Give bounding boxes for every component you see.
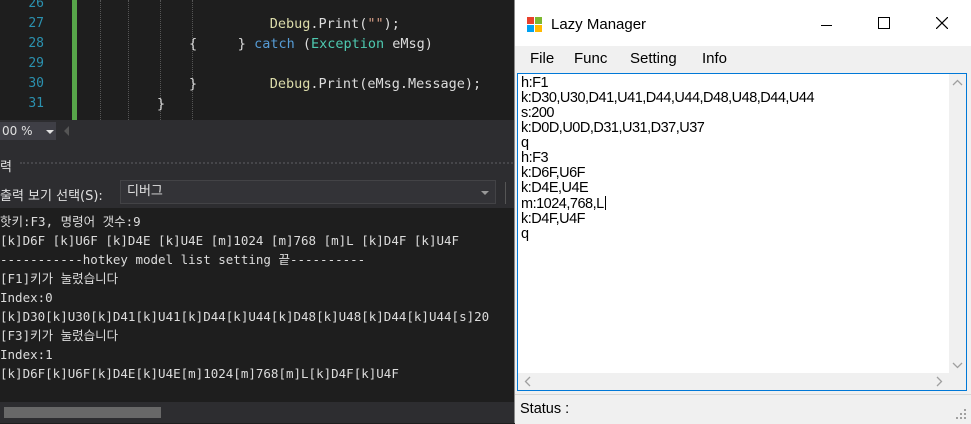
output-line: [k]D6F[k]U6F[k]D4E[k]U4E[m]1024[m]768[m]… xyxy=(0,366,399,381)
script-line: k:D4E,U4E xyxy=(521,180,589,196)
minimize-icon xyxy=(821,25,832,26)
menu-func[interactable]: Func xyxy=(574,50,607,67)
indent-guide xyxy=(128,0,129,120)
title-bar[interactable]: Lazy Manager xyxy=(515,0,971,46)
output-panel-title: 력 xyxy=(0,160,12,175)
output-line: 핫키:F3, 명령어 갯수:9 xyxy=(0,214,141,229)
script-line: h:F3 xyxy=(521,150,549,166)
zoom-dropdown[interactable]: 00 % xyxy=(0,122,56,140)
chevron-down-icon xyxy=(46,130,54,134)
code-line: { xyxy=(189,36,198,52)
panel-grip[interactable] xyxy=(20,162,520,168)
menu-setting[interactable]: Setting xyxy=(630,50,677,67)
script-line: m:1024,768,L xyxy=(521,196,606,212)
output-line: Index:0 xyxy=(0,290,53,305)
close-icon xyxy=(936,17,948,29)
scrollbar-thumb[interactable] xyxy=(4,407,161,418)
output-source-select[interactable]: 디버그 xyxy=(120,180,496,204)
lazy-manager-window: Lazy Manager File Func Setting Info h:F1… xyxy=(514,0,971,424)
output-line: [k]D30[k]U30[k]D41[k]U41[k]D44[k]U44[k]D… xyxy=(0,309,490,324)
script-line: h:F1 xyxy=(521,76,549,91)
scroll-right-icon[interactable] xyxy=(930,373,947,390)
script-line: k:D0D,U0D,D31,U31,D37,U37 xyxy=(521,120,705,136)
script-text: h:F1 k:D30,U30,D41,U41,D44,U44,D48,U48,D… xyxy=(521,76,946,370)
horizontal-scrollbar[interactable] xyxy=(518,373,949,390)
line-number: 31 xyxy=(28,96,44,111)
line-number-gutter: 26 27 28 29 30 31 xyxy=(0,0,70,120)
zoom-value: 00 % xyxy=(2,124,33,138)
chevron-down-icon xyxy=(481,191,489,195)
status-label: Status : xyxy=(520,401,570,417)
status-bar: Status : xyxy=(515,394,971,424)
indent-guide xyxy=(100,0,101,120)
close-button[interactable] xyxy=(913,0,971,46)
maximize-icon xyxy=(878,17,890,29)
text-caret xyxy=(604,196,606,210)
code-line: } xyxy=(157,96,166,112)
scroll-down-icon[interactable] xyxy=(949,357,966,374)
script-line: s:200 xyxy=(521,105,554,121)
app-icon xyxy=(527,17,542,32)
output-line: [F3]키가 눌렸습니다 xyxy=(0,328,119,343)
script-line: k:D30,U30,D41,U41,D44,U44,D48,U48,D44,U4… xyxy=(521,90,815,106)
script-line: k:D6F,U6F xyxy=(521,165,586,181)
change-indicator-bar xyxy=(72,0,77,120)
output-line: [k]D6F [k]U6F [k]D4E [k]U4E [m]1024 [m]7… xyxy=(0,233,460,248)
line-number: 29 xyxy=(28,56,44,71)
menu-info[interactable]: Info xyxy=(702,50,727,67)
output-source-value: 디버그 xyxy=(127,184,163,199)
toolbar-separator xyxy=(505,182,506,204)
output-source-label: 출력 보기 선택(S): xyxy=(0,189,103,204)
code-line: } xyxy=(189,76,198,92)
scroll-left-icon[interactable] xyxy=(520,373,537,390)
script-textarea[interactable]: h:F1 k:D30,U30,D41,U41,D44,U44,D48,U48,D… xyxy=(517,73,967,391)
output-line: Index:1 xyxy=(0,347,53,362)
size-grip-icon[interactable] xyxy=(955,408,967,420)
scroll-up-icon[interactable] xyxy=(949,74,966,91)
code-line: Debug.Print(eMsg.Message); xyxy=(269,76,482,92)
script-line: k:D4F,U4F xyxy=(521,211,586,227)
line-number: 28 xyxy=(28,36,44,51)
window-title: Lazy Manager xyxy=(551,16,647,33)
scrollbar-corner xyxy=(949,373,966,390)
output-line: [F1]키가 눌렸습니다 xyxy=(0,271,119,286)
minimize-button[interactable] xyxy=(797,0,855,46)
menu-bar: File Func Setting Info xyxy=(515,46,971,72)
line-number: 27 xyxy=(28,16,44,31)
code-area[interactable]: Debug.Print(""); } catch (Exception eMsg… xyxy=(92,0,522,120)
line-number: 26 xyxy=(28,0,44,11)
scroll-left-icon[interactable] xyxy=(64,126,69,136)
vertical-scrollbar[interactable] xyxy=(949,74,966,374)
output-line: -----------hotkey model list setting 끝--… xyxy=(0,252,366,267)
line-number: 30 xyxy=(28,76,44,91)
script-line: q xyxy=(521,135,529,151)
menu-file[interactable]: File xyxy=(530,50,554,67)
maximize-button[interactable] xyxy=(855,0,913,46)
script-line: q xyxy=(521,226,529,242)
